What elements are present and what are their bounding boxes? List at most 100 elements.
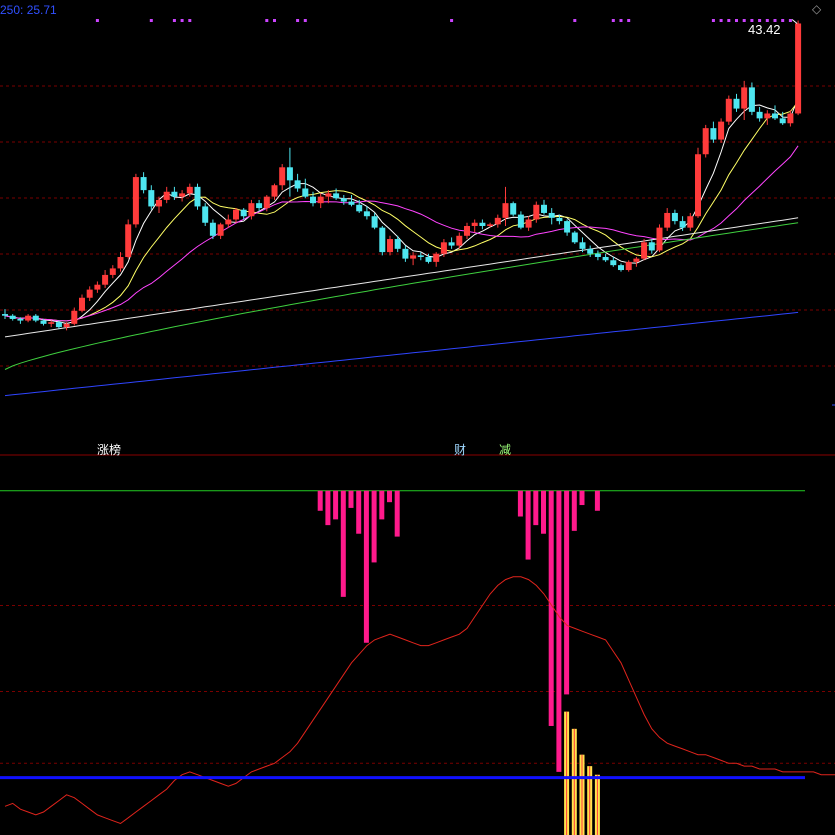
candle-body — [156, 199, 162, 207]
last-price-label: 43.42 — [748, 22, 781, 37]
candle-body — [502, 203, 509, 218]
candle-body — [541, 204, 547, 213]
candle-body — [310, 196, 316, 204]
candle-body — [702, 128, 709, 155]
histogram-bar-pink — [517, 490, 523, 517]
candle-body — [695, 154, 701, 217]
candle-body — [764, 113, 771, 119]
stock-chart — [0, 19, 835, 835]
candle-body — [340, 198, 347, 202]
candle-body — [579, 242, 586, 249]
candle-body — [525, 219, 532, 228]
candle-body — [48, 322, 55, 324]
signal-marker — [95, 19, 99, 22]
histogram-bar-pink — [556, 490, 562, 772]
candle-body — [417, 255, 424, 257]
histogram-bar-pink — [340, 490, 346, 597]
candle-body — [602, 256, 609, 261]
price-arrow — [791, 19, 798, 24]
histogram-bar-pink — [525, 490, 531, 560]
candle-body — [294, 180, 301, 189]
candle-body — [79, 297, 85, 311]
candle-body — [494, 217, 501, 225]
histogram-bar-pink — [325, 490, 331, 526]
signal-marker — [188, 19, 192, 22]
signal-marker — [296, 19, 300, 22]
ma250-line — [4, 311, 799, 397]
histogram-bar-pink — [317, 490, 323, 511]
signal-marker — [172, 19, 176, 22]
candle-body — [102, 274, 109, 285]
candle-body — [618, 265, 624, 271]
candle-body — [487, 224, 494, 226]
candle-body — [625, 261, 632, 271]
candle-body — [671, 212, 678, 222]
candle-body — [718, 121, 725, 140]
histogram-bar-stripe — [596, 774, 598, 835]
ma250-label: 250: 25.71 — [0, 3, 57, 17]
histogram-bar-pink — [363, 490, 369, 643]
candle-body — [356, 204, 363, 212]
candle-body — [741, 87, 748, 109]
candle-body — [587, 248, 594, 254]
signal-marker — [711, 19, 715, 22]
candle-body — [517, 214, 524, 228]
signal-marker — [788, 19, 792, 22]
candle-body — [656, 227, 663, 251]
signal-cai: 财 — [454, 443, 467, 457]
candle-body — [117, 256, 124, 269]
candle-body — [202, 206, 209, 223]
candle-body — [225, 219, 232, 225]
candle-body — [279, 167, 286, 186]
candle-body — [456, 235, 463, 246]
candle-body — [679, 221, 686, 228]
candle-body — [556, 217, 563, 222]
signal-marker — [727, 19, 731, 22]
candle-body — [348, 201, 355, 205]
candle-body — [402, 248, 409, 259]
histogram-bar-pink — [571, 490, 577, 531]
histogram-bar-pink — [379, 490, 385, 520]
signal-marker — [573, 19, 577, 22]
candle-body — [263, 196, 270, 209]
ma20-line — [4, 145, 799, 322]
candle-body — [240, 209, 247, 217]
candle-body — [71, 310, 78, 324]
candle-body — [286, 167, 293, 181]
candle-body — [302, 188, 309, 197]
candle-body — [9, 315, 16, 319]
signal-marker — [719, 19, 723, 22]
signal-marker — [781, 19, 785, 22]
candle-body — [371, 216, 378, 228]
candle-body — [779, 118, 786, 124]
candle-body — [564, 221, 571, 233]
candle-body — [55, 322, 62, 328]
histogram-bar-pink — [348, 490, 354, 508]
candle-body — [548, 212, 555, 218]
signal-marker — [611, 19, 615, 22]
signal-marker — [273, 19, 276, 22]
candle-body — [648, 242, 655, 251]
candle-body — [271, 185, 278, 197]
signal-marker — [450, 19, 454, 22]
histogram-bar-pink — [594, 490, 600, 511]
candle-body — [2, 314, 8, 316]
candle-body — [594, 253, 601, 257]
candle-body — [664, 212, 671, 228]
candle-body — [63, 323, 70, 328]
candle-body — [725, 98, 732, 122]
chart-window: 250: 25.71 43.42 ◇ 涨榜 财 减 — [0, 0, 835, 835]
candle-body — [17, 318, 24, 321]
histogram-bar-pink — [579, 490, 585, 506]
candle-body — [710, 128, 717, 140]
candle-body — [217, 224, 224, 236]
candle-body — [479, 222, 486, 226]
signal-marker — [265, 19, 269, 22]
candle-body — [471, 222, 478, 226]
ma10-line — [4, 101, 799, 322]
candle-body — [610, 260, 617, 266]
histogram-bar-pink — [541, 490, 546, 534]
diamond-icon[interactable]: ◇ — [812, 2, 821, 16]
candle-body — [748, 87, 755, 112]
histogram-bar-stripe — [566, 711, 568, 835]
